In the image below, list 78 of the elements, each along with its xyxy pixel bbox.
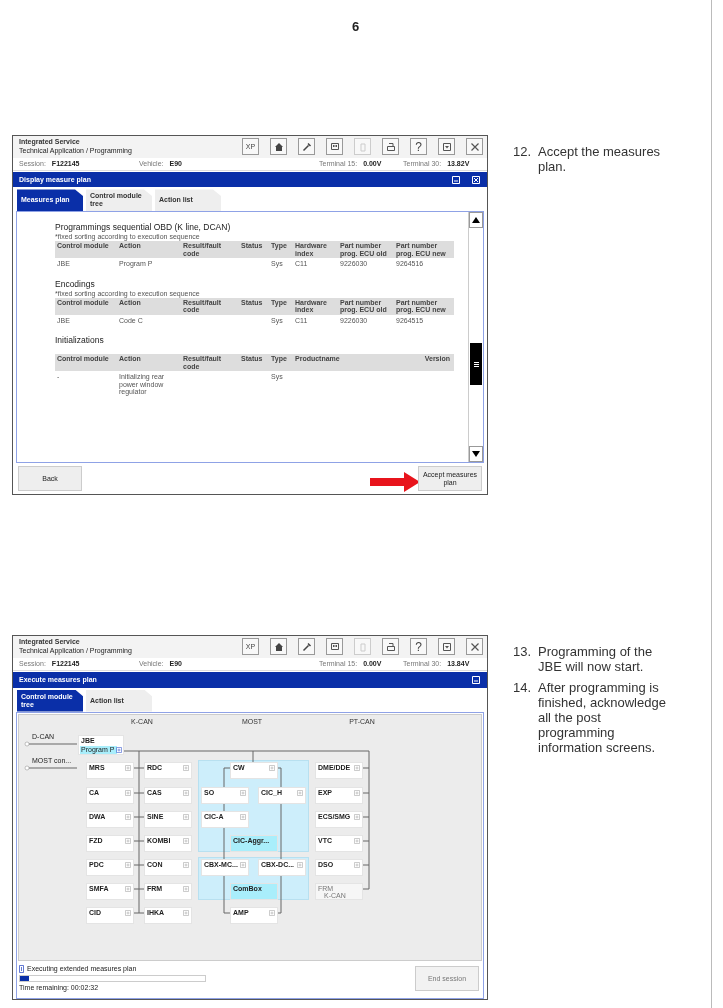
plus-box-icon xyxy=(125,861,131,868)
plus-box-icon xyxy=(125,764,131,771)
help-button[interactable]: ? xyxy=(410,638,427,656)
plus-box-icon xyxy=(183,764,189,771)
plus-box-icon xyxy=(297,789,303,796)
step-text: After programming is finished, acknowledge all the post programming information screens. xyxy=(538,680,667,755)
scroll-up-button[interactable] xyxy=(469,212,483,229)
print-button[interactable] xyxy=(382,638,399,656)
tools-button[interactable] xyxy=(298,638,315,656)
plus-box-icon xyxy=(354,813,360,820)
connector-line xyxy=(24,741,78,746)
help-button[interactable]: ? xyxy=(410,138,427,156)
section-title: Encodings xyxy=(55,278,95,289)
tools-button[interactable] xyxy=(298,138,315,156)
plus-box-icon xyxy=(240,861,246,868)
house-icon xyxy=(273,641,284,652)
arrow-icon xyxy=(370,471,420,492)
plus-box-icon xyxy=(125,813,131,820)
status-icon xyxy=(19,965,24,974)
scroll-down-button[interactable] xyxy=(469,446,483,463)
close-button[interactable] xyxy=(466,638,483,656)
dropdown-icon xyxy=(441,641,452,652)
plus-box-icon xyxy=(240,813,246,820)
plus-box-icon xyxy=(354,764,360,771)
minimize-icon xyxy=(452,175,460,184)
printer-icon xyxy=(385,641,396,652)
plus-box-icon xyxy=(297,861,303,868)
module-button[interactable] xyxy=(326,638,343,656)
minimize-button[interactable] xyxy=(451,174,461,185)
module-icon xyxy=(329,141,340,152)
plus-box-icon xyxy=(269,764,275,771)
house-icon xyxy=(273,141,284,152)
dropdown-button[interactable] xyxy=(438,138,455,156)
step-text: Programming of the JBE will now start. xyxy=(538,644,654,674)
close-icon xyxy=(472,175,480,184)
page-number: 6 xyxy=(351,19,360,34)
printer-icon xyxy=(385,141,396,152)
close-button[interactable] xyxy=(466,138,483,156)
section-title: Programmings sequential OBD (K line, DCAN) xyxy=(55,222,231,233)
plus-box-icon xyxy=(183,789,189,796)
section-title: Initializations xyxy=(55,335,104,346)
wrench-icon xyxy=(301,641,312,652)
grip-icon xyxy=(473,361,479,367)
plus-box-icon xyxy=(116,746,122,753)
step-number: 13. xyxy=(513,644,533,661)
home-button[interactable] xyxy=(270,638,287,656)
close-icon xyxy=(469,641,480,652)
module-button[interactable] xyxy=(326,138,343,156)
plus-box-icon xyxy=(125,837,131,844)
scroll-thumb[interactable] xyxy=(470,343,482,386)
minimize-icon xyxy=(472,675,480,684)
plus-box-icon xyxy=(183,861,189,868)
minimize-button[interactable] xyxy=(471,674,481,685)
plus-box-icon xyxy=(183,885,189,892)
home-button[interactable] xyxy=(270,138,287,156)
connector-line xyxy=(24,765,78,770)
plus-box-icon xyxy=(125,909,131,916)
plus-box-icon xyxy=(354,837,360,844)
plus-box-icon xyxy=(240,789,246,796)
plus-box-icon xyxy=(125,789,131,796)
plus-box-icon xyxy=(183,813,189,820)
wrench-icon xyxy=(301,141,312,152)
print-button[interactable] xyxy=(382,138,399,156)
step-number: 12. xyxy=(513,144,533,161)
up-arrow-icon xyxy=(472,217,480,224)
plus-box-icon xyxy=(354,789,360,796)
plus-box-icon xyxy=(183,837,189,844)
step-number: 14. xyxy=(513,680,533,697)
dropdown-button[interactable] xyxy=(438,638,455,656)
step-text: Accept the measures plan. xyxy=(538,144,662,174)
plus-box-icon xyxy=(269,909,275,916)
plus-box-icon xyxy=(125,885,131,892)
plus-box-icon xyxy=(183,909,189,916)
down-arrow-icon xyxy=(472,451,480,458)
dropdown-icon xyxy=(441,141,452,152)
module-icon xyxy=(329,641,340,652)
close-icon xyxy=(469,141,480,152)
plus-box-icon xyxy=(354,861,360,868)
